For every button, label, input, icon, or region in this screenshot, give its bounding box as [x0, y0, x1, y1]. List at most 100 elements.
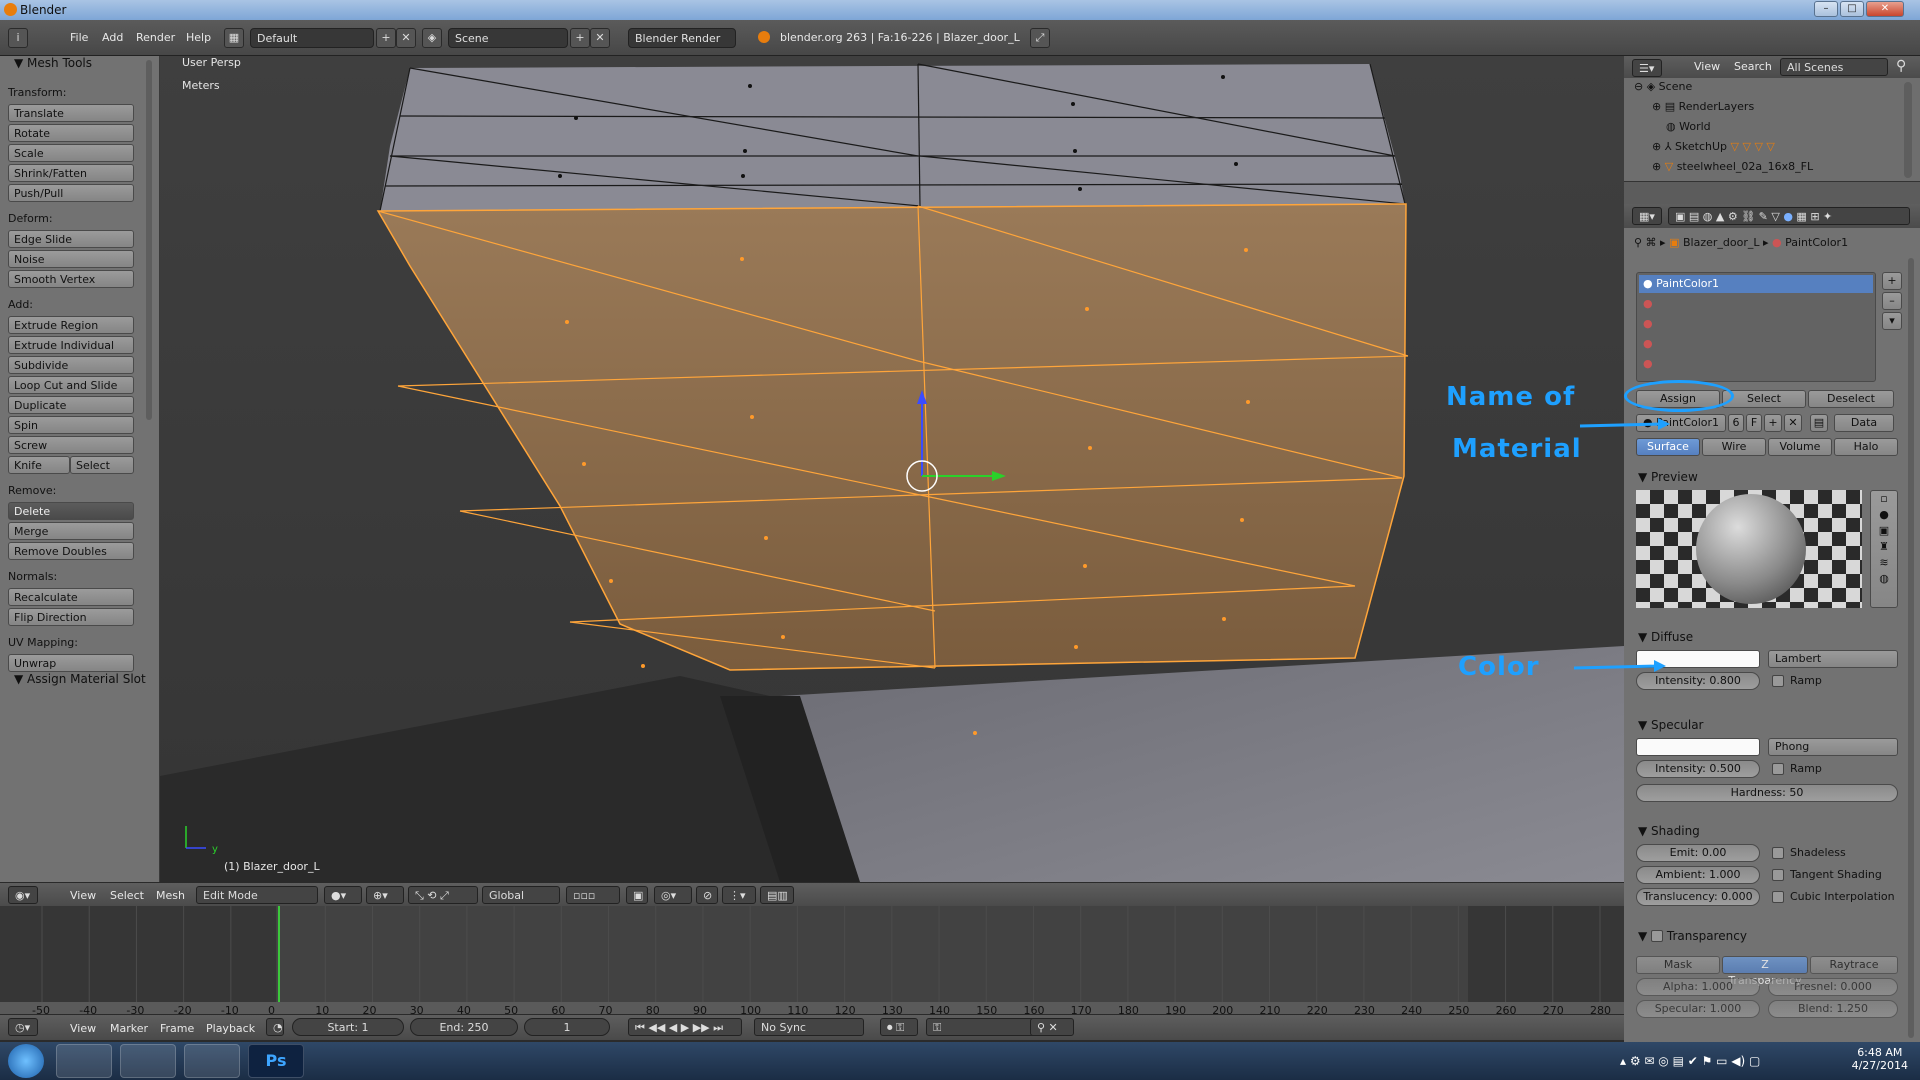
- system-tray-icons[interactable]: ▴ ⚙ ✉ ◎ ▤ ✔ ⚑ ▭ ◀) ▢: [1620, 1054, 1760, 1068]
- tangent-shading-checkbox[interactable]: [1772, 869, 1784, 881]
- extrude-region-button[interactable]: Extrude Region: [8, 316, 134, 334]
- pivot-point-icon[interactable]: ⊕▾: [366, 886, 404, 904]
- proportional-edit-icon[interactable]: ◎▾: [654, 886, 692, 904]
- context-tab-icons[interactable]: ▣ ▤ ◍ ▲ ⚙ ⛓ ✎ ▽ ● ▦ ⊞ ✦: [1668, 207, 1910, 225]
- material-users-count[interactable]: 6: [1728, 414, 1744, 432]
- editor-type-properties-icon[interactable]: ▦▾: [1632, 207, 1662, 225]
- scene-icon[interactable]: ◈: [422, 28, 442, 48]
- flip-direction-button[interactable]: Flip Direction: [8, 608, 134, 626]
- remove-scene-button[interactable]: ✕: [590, 28, 610, 48]
- render-engine-select[interactable]: Blender Render: [628, 28, 736, 48]
- preview-type-buttons[interactable]: ▫ ● ▣ ♜ ≋ ◍: [1870, 490, 1898, 608]
- transparency-raytrace-tab[interactable]: Raytrace: [1810, 956, 1898, 974]
- ambient-field[interactable]: Ambient: 1.000: [1636, 866, 1760, 884]
- translate-button[interactable]: Translate: [8, 104, 134, 122]
- viewport-menu-mesh[interactable]: Mesh: [156, 889, 185, 902]
- editor-type-outliner-icon[interactable]: ☰▾: [1632, 59, 1662, 77]
- knife-select-button[interactable]: Select: [70, 456, 134, 474]
- maximize-button[interactable]: □: [1840, 1, 1864, 17]
- start-frame-field[interactable]: Start: 1: [292, 1018, 404, 1036]
- shading-panel-header[interactable]: ▼ Shading: [1638, 824, 1700, 838]
- fullscreen-icon[interactable]: ⤢: [1030, 28, 1050, 48]
- add-layout-button[interactable]: +: [376, 28, 396, 48]
- render-preview-icons[interactable]: ▤▥: [760, 886, 794, 904]
- loop-cut-slide-button[interactable]: Loop Cut and Slide: [8, 376, 134, 394]
- extrude-individual-button[interactable]: Extrude Individual: [8, 336, 134, 354]
- specular-panel-header[interactable]: ▼ Specular: [1638, 718, 1704, 732]
- select-mode-icons[interactable]: ▫▫▫: [566, 886, 620, 904]
- mesh-tools-title[interactable]: ▼ Mesh Tools: [14, 56, 92, 70]
- remove-doubles-button[interactable]: Remove Doubles: [8, 542, 134, 560]
- specular-shader-select[interactable]: Phong: [1768, 738, 1898, 756]
- noise-button[interactable]: Noise: [8, 250, 134, 268]
- push-pull-button[interactable]: Push/Pull: [8, 184, 134, 202]
- editor-type-timeline-icon[interactable]: ◷▾: [8, 1018, 38, 1036]
- specular-color-swatch[interactable]: [1636, 738, 1760, 756]
- screen-layout-icon[interactable]: ▦: [224, 28, 244, 48]
- search-icon[interactable]: ⚲: [1896, 58, 1906, 74]
- outliner-item-steelwheel[interactable]: ⊕ ▽ steelwheel_02a_16x8_FL: [1652, 160, 1813, 178]
- remove-slot-button[interactable]: –: [1882, 292, 1902, 310]
- tool-shelf-scrollbar[interactable]: [146, 60, 152, 420]
- fresnel-field[interactable]: Fresnel: 0.000: [1768, 978, 1898, 996]
- close-button[interactable]: ✕: [1866, 1, 1904, 17]
- shrink-fatten-button[interactable]: Shrink/Fatten: [8, 164, 134, 182]
- manipulator-icons[interactable]: ⤡ ⟲ ⤢: [408, 886, 478, 904]
- screw-button[interactable]: Screw: [8, 436, 134, 454]
- hardness-field[interactable]: Hardness: 50: [1636, 784, 1898, 802]
- cubic-interpolation-checkbox[interactable]: [1772, 891, 1784, 903]
- spin-button[interactable]: Spin: [8, 416, 134, 434]
- subdivide-button[interactable]: Subdivide: [8, 356, 134, 374]
- emit-field[interactable]: Emit: 0.00: [1636, 844, 1760, 862]
- alpha-field[interactable]: Alpha: 1.000: [1636, 978, 1760, 996]
- 3d-viewport[interactable]: y User Persp Meters (1) Blazer_door_L: [160, 56, 1624, 882]
- viewport-menu-view[interactable]: View: [70, 889, 96, 902]
- playback-controls[interactable]: ⏮ ◀◀ ◀ ▶ ▶▶ ⏭: [628, 1018, 742, 1036]
- material-slot-empty[interactable]: ●: [1643, 297, 1653, 310]
- orientation-select[interactable]: Global: [482, 886, 560, 904]
- menu-help[interactable]: Help: [186, 31, 211, 44]
- mode-select[interactable]: Edit Mode: [196, 886, 318, 904]
- edge-slide-button[interactable]: Edge Slide: [8, 230, 134, 248]
- start-button[interactable]: [8, 1044, 44, 1078]
- outliner-menu-view[interactable]: View: [1694, 60, 1720, 73]
- material-slot-empty[interactable]: ●: [1643, 337, 1653, 350]
- unlink-material-button[interactable]: ✕: [1784, 414, 1802, 432]
- sync-select[interactable]: No Sync: [754, 1018, 864, 1036]
- add-scene-button[interactable]: +: [570, 28, 590, 48]
- knife-button[interactable]: Knife: [8, 456, 70, 474]
- transparency-mask-tab[interactable]: Mask: [1636, 956, 1720, 974]
- unwrap-button[interactable]: Unwrap: [8, 654, 134, 672]
- scene-field[interactable]: Scene: [448, 28, 568, 48]
- translucency-field[interactable]: Translucency: 0.000: [1636, 888, 1760, 906]
- specular-ramp-checkbox[interactable]: [1772, 763, 1784, 775]
- occlude-geometry-icon[interactable]: ▣: [626, 886, 648, 904]
- delete-dropdown[interactable]: Delete: [8, 502, 134, 520]
- select-button[interactable]: Select: [1722, 390, 1806, 408]
- preview-range-icon[interactable]: ◔: [266, 1018, 284, 1036]
- timeline-menu-playback[interactable]: Playback: [206, 1022, 255, 1035]
- material-slot-list[interactable]: ● PaintColor1 ● ● ● ●: [1636, 272, 1876, 382]
- current-frame-field[interactable]: 1: [524, 1018, 610, 1036]
- outliner-item-sketchup[interactable]: ⊕ ⅄ SketchUp ▽ ▽ ▽ ▽: [1652, 140, 1775, 158]
- viewport-menu-select[interactable]: Select: [110, 889, 144, 902]
- outliner-item-world[interactable]: ◍ World: [1666, 120, 1711, 138]
- outliner-item-scene[interactable]: ⊖ ◈ Scene: [1634, 80, 1692, 98]
- end-frame-field[interactable]: End: 250: [410, 1018, 518, 1036]
- slot-specials-button[interactable]: ▾: [1882, 312, 1902, 330]
- merge-button[interactable]: Merge: [8, 522, 134, 540]
- material-slot-empty[interactable]: ●: [1643, 317, 1653, 330]
- transparency-specular-field[interactable]: Specular: 1.000: [1636, 1000, 1760, 1018]
- shading-mode-icon[interactable]: ●▾: [324, 886, 362, 904]
- outliner-filter-select[interactable]: All Scenes: [1780, 58, 1888, 76]
- taskbar-clock[interactable]: 6:48 AM 4/27/2014: [1852, 1046, 1908, 1072]
- photoshop-taskbar-icon[interactable]: Ps: [248, 1044, 304, 1078]
- new-material-button[interactable]: +: [1764, 414, 1782, 432]
- specular-intensity-slider[interactable]: Intensity: 0.500: [1636, 760, 1760, 778]
- scale-button[interactable]: Scale: [8, 144, 134, 162]
- shadeless-checkbox[interactable]: [1772, 847, 1784, 859]
- snap-icon[interactable]: ⊘: [696, 886, 718, 904]
- tab-halo[interactable]: Halo: [1834, 438, 1898, 456]
- transparency-panel-header[interactable]: ▼ Transparency: [1638, 928, 1747, 943]
- insert-keyframe-icons[interactable]: ⚲ ✕: [1030, 1018, 1074, 1036]
